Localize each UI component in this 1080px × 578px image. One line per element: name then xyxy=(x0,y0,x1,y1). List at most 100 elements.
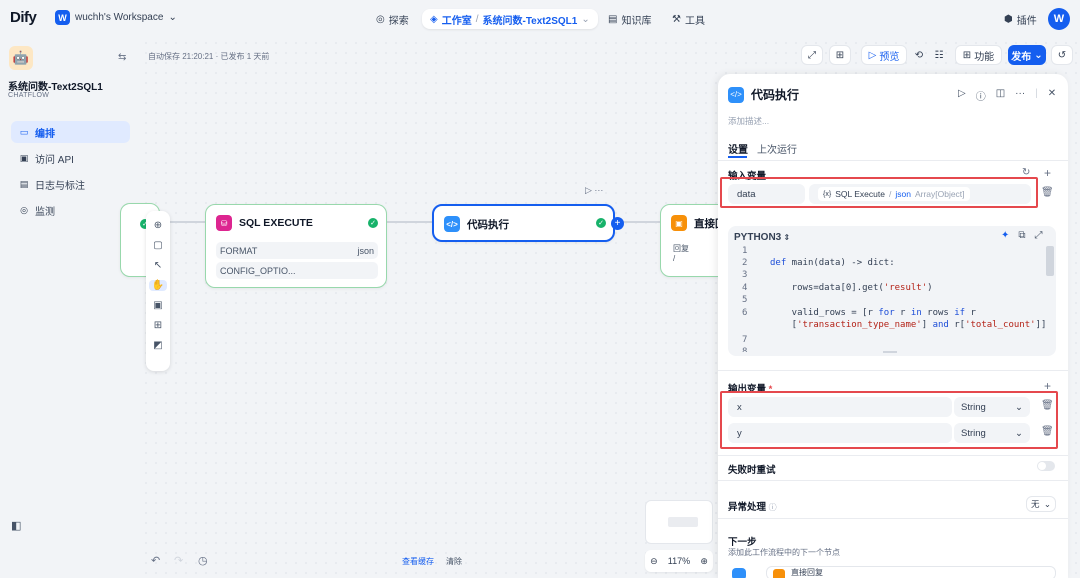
chevron-icon: ⇕ xyxy=(781,233,791,242)
next-step-desc: 添加此工作流程中的下一个节点 xyxy=(728,548,840,557)
split-view-icon[interactable]: ◫ xyxy=(996,88,1005,103)
output-type-select[interactable]: String ⌄ xyxy=(954,397,1030,417)
retry-toggle[interactable] xyxy=(1037,461,1055,471)
workspace-name: wuchh's Workspace xyxy=(75,12,164,23)
zoom-out-icon[interactable]: ⊖ xyxy=(650,556,658,567)
minimap-icon[interactable]: ◩ xyxy=(153,340,162,351)
input-var-name[interactable]: data xyxy=(728,184,805,204)
minimap[interactable] xyxy=(645,500,713,544)
delete-icon[interactable]: 🗑 xyxy=(1041,187,1054,198)
output-var-name[interactable]: x xyxy=(728,397,952,417)
node-run-controls[interactable]: ▷ ··· xyxy=(585,185,603,196)
sql-execute-node[interactable]: ⛁ SQL EXECUTE ✓ FORMAT json CONFIG_OPTIO… xyxy=(205,204,387,288)
check-cache-link[interactable]: 查看缓存 xyxy=(402,556,434,567)
info-icon: ⓘ xyxy=(768,503,777,512)
redo-icon[interactable]: ↷ xyxy=(174,554,183,567)
clear-link[interactable]: 清除 xyxy=(446,556,462,567)
version-history-icon[interactable]: ↺ xyxy=(1051,45,1073,65)
checklist-icon[interactable]: ☷ xyxy=(929,45,949,65)
tab-last-run[interactable]: 上次运行 xyxy=(757,141,797,156)
features-button[interactable]: ⊞ 功能 xyxy=(955,45,1002,65)
error-handling-label: 异常处理 ⓘ xyxy=(728,502,777,513)
code-icon xyxy=(732,568,746,578)
retry-label: 失败时重试 xyxy=(728,465,776,476)
reply-label: 回复 xyxy=(673,244,689,253)
resize-handle[interactable] xyxy=(883,351,897,353)
robot-icon: ◈ xyxy=(430,13,438,25)
app-sidebar: 🤖 ⇆ 系统问数-Text2SQL1 CHATFLOW ▭ 编排 ▣ 访问 API … xyxy=(0,38,141,578)
language-select[interactable]: PYTHON3 xyxy=(734,232,781,243)
code-node[interactable]: </> 代码执行 ✓ + xyxy=(432,204,624,242)
variables-icon[interactable]: ⊞ xyxy=(829,45,851,65)
pointer-icon[interactable]: ↖ xyxy=(154,260,162,271)
help-icon[interactable]: ⓘ xyxy=(976,88,986,103)
env-icon[interactable]: ⤢ xyxy=(801,45,823,65)
nav-tools[interactable]: ⚒ 工具 xyxy=(672,9,705,29)
sidebar-item-monitor[interactable]: ◎ 监测 xyxy=(11,199,130,221)
code-line: valid_rows = [r for r in rows if r xyxy=(770,308,976,318)
zoom-control[interactable]: ⊖ 117% ⊕ xyxy=(645,550,713,572)
more-icon[interactable]: ··· xyxy=(1015,88,1025,103)
tab-settings[interactable]: 设置 xyxy=(728,141,748,156)
organize-icon[interactable]: ⊞ xyxy=(154,320,162,331)
description-input[interactable]: 添加描述... xyxy=(728,115,769,127)
history-check-icon[interactable]: ⟲ xyxy=(909,45,929,65)
code-icon: </> xyxy=(728,86,744,103)
nav-knowledge[interactable]: ▤ 知识库 xyxy=(608,9,651,29)
play-icon: ▷ xyxy=(868,49,877,61)
history-icon[interactable]: ◷ xyxy=(198,554,208,567)
code-node-panel: </> 代码执行 ▷ ⓘ ◫ ··· | ✕ 添加描述... 设置 上次运行 输… xyxy=(718,74,1068,578)
export-image-icon[interactable]: ▣ xyxy=(153,300,162,311)
undo-icon[interactable]: ↶ xyxy=(151,554,160,567)
copy-icon[interactable]: ⧉ xyxy=(1018,230,1025,241)
reply-value: / xyxy=(673,254,676,263)
zoom-level[interactable]: 117% xyxy=(668,556,690,566)
code-icon: </> xyxy=(444,216,460,232)
preview-button[interactable]: ▷ 预览 xyxy=(861,45,907,65)
expand-icon[interactable]: ⤢ xyxy=(1035,230,1043,241)
delete-icon[interactable]: 🗑 xyxy=(1041,400,1054,411)
scrollbar[interactable] xyxy=(1046,246,1054,276)
delete-icon[interactable]: 🗑 xyxy=(1041,426,1054,437)
sidebar-item-orchestrate[interactable]: ▭ 编排 xyxy=(11,121,130,143)
run-icon[interactable]: ▷ xyxy=(958,88,966,103)
wrench-icon: ⚒ xyxy=(672,13,681,25)
close-icon[interactable]: ✕ xyxy=(1048,88,1056,103)
hand-icon[interactable]: ✋ xyxy=(148,280,168,291)
panel-title[interactable]: 代码执行 xyxy=(751,86,799,103)
workspace-switcher[interactable]: W wuchh's Workspace ⌄ xyxy=(55,10,177,25)
add-node-icon[interactable]: + xyxy=(611,217,624,230)
zoom-in-icon[interactable]: ⊕ xyxy=(700,556,708,567)
input-var-source[interactable]: {x} SQL Execute / json Array[Object] xyxy=(809,184,1031,204)
add-input-icon[interactable]: + xyxy=(1044,166,1051,180)
output-var-name[interactable]: y xyxy=(728,423,952,443)
node-field-format: FORMAT json xyxy=(216,242,378,259)
error-handling-select[interactable]: 无 ⌄ xyxy=(1026,496,1056,512)
add-icon[interactable]: ⊕ xyxy=(154,220,162,231)
dify-logo[interactable]: Dify xyxy=(10,9,37,26)
check-icon: ✓ xyxy=(368,218,378,228)
app-breadcrumb[interactable]: 系统问数-Text2SQL1 xyxy=(482,12,577,27)
plugins-button[interactable]: ⬢ 插件 xyxy=(1004,12,1037,27)
sidebar-item-logs[interactable]: ▤ 日志与标注 xyxy=(11,173,130,195)
sidebar-item-api[interactable]: ▣ 访问 API xyxy=(11,147,130,169)
avatar[interactable]: W xyxy=(1048,8,1070,30)
code-editor[interactable]: PYTHON3 ⇕ ✦ ⧉ ⤢ 1 2 def main(data) -> di… xyxy=(728,226,1056,356)
nav-studio[interactable]: ◈ 工作室 / 系统问数-Text2SQL1 ⌄ xyxy=(422,9,598,29)
chevron-down-icon: ⌄ xyxy=(1034,49,1043,61)
nav-explore[interactable]: ◎ 探索 xyxy=(376,9,409,29)
note-icon[interactable]: ▢ xyxy=(153,240,162,251)
collapse-sidebar-icon[interactable]: ◧ xyxy=(11,519,21,532)
terminal-icon: ▣ xyxy=(19,152,29,163)
sparkle-icon[interactable]: ✦ xyxy=(1001,230,1009,241)
check-icon: ✓ xyxy=(596,218,606,228)
node-title: SQL EXECUTE xyxy=(239,217,313,229)
grid-icon: ⊞ xyxy=(962,49,972,61)
chevron-down-icon: ⌄ xyxy=(1015,401,1023,413)
database-icon: ⛁ xyxy=(216,215,232,231)
next-node-item[interactable]: 直接回复 xyxy=(766,566,1056,578)
output-type-select[interactable]: String ⌄ xyxy=(954,423,1030,443)
publish-button[interactable]: 发布 ⌄ xyxy=(1008,45,1046,65)
swap-icon[interactable]: ⇆ xyxy=(118,52,126,63)
code-line: ['transaction_type_name'] and r['total_c… xyxy=(770,320,1047,330)
